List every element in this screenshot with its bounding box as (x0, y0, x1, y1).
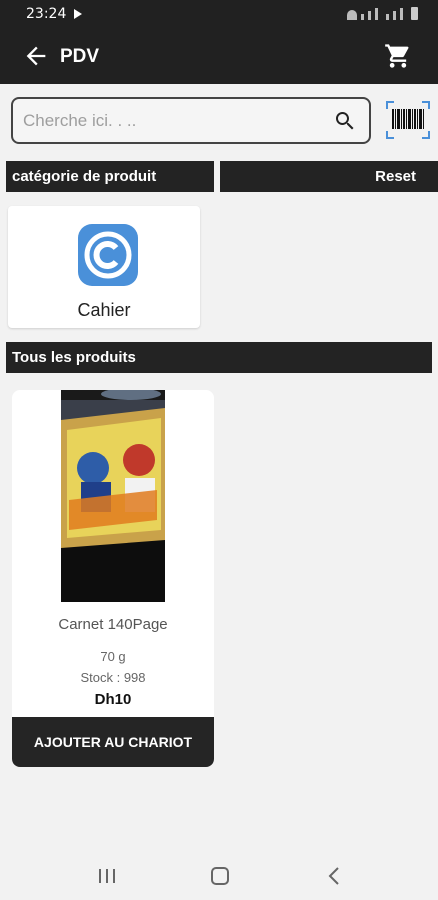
app-bar: 23:24 PDV (0, 0, 438, 84)
battery-icon (411, 7, 418, 20)
signal-bar (368, 11, 371, 20)
all-products-header: Tous les produits (6, 342, 432, 373)
copyright-circle-icon (78, 224, 138, 286)
search-box (11, 97, 371, 144)
home-icon[interactable] (211, 867, 229, 885)
back-arrow-icon[interactable] (22, 42, 50, 70)
product-weight: 70 g (100, 649, 126, 664)
system-nav-bar (0, 852, 438, 900)
category-card-cahier[interactable]: Cahier (8, 206, 200, 328)
category-label: Cahier (77, 300, 131, 320)
product-price: Dh10 (94, 691, 132, 708)
nav-back-icon[interactable] (326, 866, 342, 886)
product-image (61, 390, 165, 602)
recent-apps-icon[interactable] (98, 868, 116, 884)
page-title: PDV (60, 46, 100, 67)
status-time: 23:24 (26, 6, 67, 22)
add-to-cart-button[interactable]: AJOUTER AU CHARIOT (12, 717, 214, 767)
media-play-icon (74, 9, 82, 19)
signal-bar (393, 11, 396, 20)
product-stock: Stock : 998 (80, 670, 146, 685)
signal-bar (375, 8, 378, 20)
signal-icon (361, 14, 364, 20)
barcode-scanner-icon[interactable] (386, 101, 430, 139)
category-section-header: catégorie de produit (6, 161, 214, 192)
search-input[interactable] (23, 109, 323, 133)
reset-button[interactable]: Reset (220, 161, 438, 192)
product-name: Carnet 140Page (58, 616, 168, 633)
signal-bar (400, 8, 403, 20)
signal-icon-2 (386, 14, 389, 20)
shopping-cart-icon[interactable] (384, 42, 412, 70)
search-icon[interactable] (333, 109, 357, 133)
status-icons (347, 6, 418, 20)
toolbar: PDV (0, 36, 438, 76)
wifi-icon (347, 10, 357, 20)
product-card[interactable]: Carnet 140Page 70 g Stock : 998 Dh10 AJO… (12, 390, 214, 767)
status-bar: 23:24 (0, 0, 438, 28)
